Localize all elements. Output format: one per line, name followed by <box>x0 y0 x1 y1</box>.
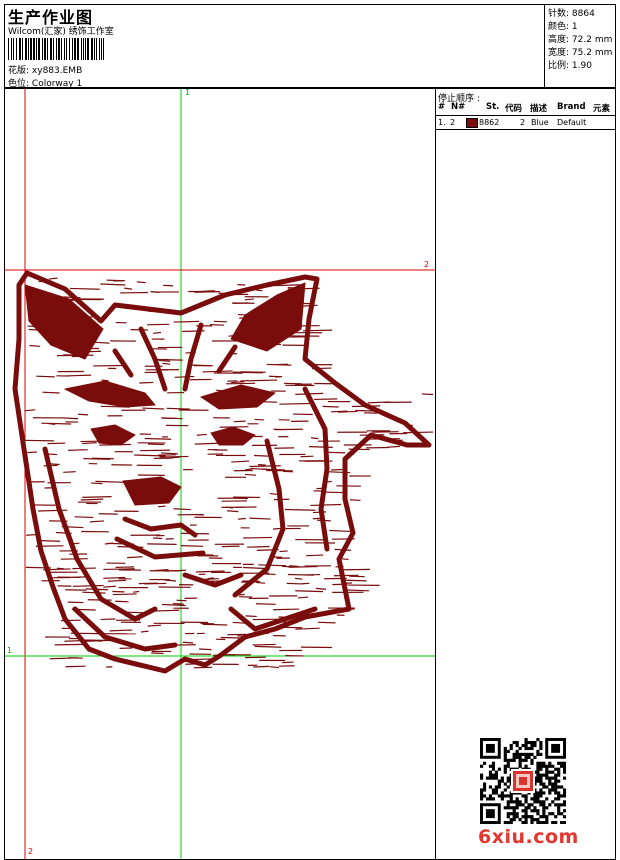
row-rule <box>436 129 615 130</box>
stat-value: 1 <box>571 22 578 32</box>
stat-label: 比例: <box>548 61 570 71</box>
stat-value: 75.2 mm <box>571 48 613 58</box>
guide-label-top: 1 <box>185 88 191 97</box>
stat-label: 宽度: <box>548 48 570 58</box>
table-header: # N# St. 代码 描述 Brand 元素 <box>436 101 615 115</box>
wolf-head-embroidery <box>12 270 434 674</box>
col-brand: Brand <box>557 102 586 112</box>
row-code: 2 <box>520 118 526 127</box>
design-file-line: 花版: xy883.EMB <box>8 63 82 76</box>
embroidery-canvas <box>5 89 435 859</box>
row-stitches: 8862 <box>479 118 500 127</box>
stat-colors: 颜色: 1 <box>548 19 578 32</box>
header-rule <box>436 115 615 116</box>
row-description: Blue <box>531 118 549 127</box>
stat-stitches: 针数: 8864 <box>548 6 595 19</box>
stat-value: 8864 <box>571 9 595 19</box>
col-description: 描述 <box>530 104 548 114</box>
company-name: Wilcom(汇家) 绣饰工作室 <box>8 27 114 37</box>
qr-code-icon <box>480 738 566 824</box>
production-worksheet: 生产作业图 Wilcom(汇家) 绣饰工作室 花版: xy883.EMB 色位:… <box>0 0 620 860</box>
stat-height: 高度: 72.2 mm <box>548 32 612 45</box>
stat-label: 颜色: <box>548 22 570 32</box>
barcode-icon <box>8 38 104 60</box>
design-file-value: xy883.EMB <box>31 66 83 76</box>
stat-scale: 比例: 1.90 <box>548 58 592 71</box>
stat-label: 高度: <box>548 35 570 45</box>
header-divider <box>544 4 545 88</box>
stat-label: 针数: <box>548 9 570 19</box>
col-stitches: St. <box>486 102 500 112</box>
design-preview-area <box>4 88 436 860</box>
design-file-label: 花版: <box>8 66 30 76</box>
table-row: 1. 2 8862 2 Blue Default <box>436 117 615 129</box>
stat-width: 宽度: 75.2 mm <box>548 45 612 58</box>
guide-label-right: 2 <box>424 260 430 269</box>
col-code: 代码 <box>505 104 523 114</box>
thread-color-swatch <box>466 118 478 128</box>
guide-label-bottom: 2 <box>28 847 34 856</box>
col-needle: N# <box>451 102 466 112</box>
row-brand: Default <box>557 118 587 127</box>
stat-value: 1.90 <box>571 61 592 71</box>
watermark-logo: 6xiu.com <box>478 826 579 848</box>
guide-label-left: 1 <box>7 646 13 655</box>
col-element: 元素 <box>593 104 611 114</box>
stat-value: 72.2 mm <box>571 35 613 45</box>
row-needle: 2 <box>450 118 456 127</box>
row-index: 1. <box>438 118 446 127</box>
col-index: # <box>438 102 446 112</box>
